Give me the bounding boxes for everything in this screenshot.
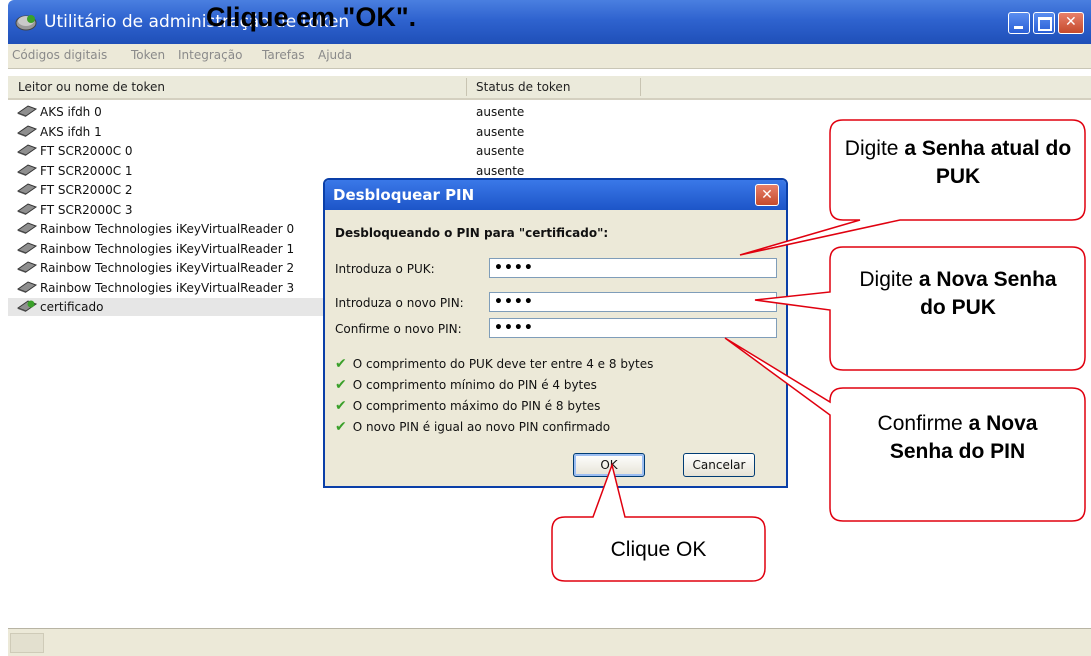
ok-button[interactable]: OK	[573, 453, 645, 477]
card-reader-icon	[16, 183, 38, 195]
new-pin-label: Introduza o novo PIN:	[335, 296, 464, 310]
column-header: Leitor ou nome de token Status de token	[8, 76, 1091, 100]
column-name-header[interactable]: Leitor ou nome de token	[18, 80, 165, 94]
card-reader-icon	[16, 241, 38, 254]
status-panel	[10, 633, 44, 653]
reader-status: ausente	[476, 124, 525, 139]
menu-codigos-digitais[interactable]: Códigos digitais	[12, 48, 107, 62]
check-item: ✔ O comprimento do PUK deve ter entre 4 e…	[335, 356, 654, 372]
reader-row[interactable]: certificado	[8, 298, 338, 316]
menu-integracao[interactable]: Integração	[178, 48, 242, 62]
instruction-heading: Clique em "OK".	[206, 2, 417, 32]
checkmark-icon: ✔	[335, 398, 347, 414]
unlock-pin-dialog: Desbloquear PIN ✕ Desbloqueando o PIN pa…	[323, 178, 788, 488]
cancel-button[interactable]: Cancelar	[683, 453, 755, 477]
card-reader-icon	[16, 144, 38, 156]
menu-tarefas[interactable]: Tarefas	[262, 48, 305, 62]
menu-ajuda[interactable]: Ajuda	[318, 48, 352, 62]
reader-name: FT SCR2000C 3	[40, 202, 133, 217]
checkmark-icon: ✔	[335, 356, 347, 372]
dialog-title: Desbloquear PIN	[333, 186, 475, 204]
dialog-close-button[interactable]: ✕	[755, 184, 779, 206]
checkmark-icon: ✔	[335, 419, 347, 435]
checkmark-icon: ✔	[335, 377, 347, 393]
token-utility-icon	[15, 15, 37, 31]
dialog-heading: Desbloqueando o PIN para "certificado":	[335, 226, 609, 240]
menu-token[interactable]: Token	[131, 48, 165, 62]
title-bar: Utilitário de administração de token	[8, 0, 1091, 44]
dialog-title-bar: Desbloquear PIN ✕	[325, 180, 786, 210]
card-reader-icon	[16, 222, 38, 234]
callout-confirm-text: Confirme a Nova Senha do PIN	[877, 412, 1038, 463]
reader-row[interactable]: AKS ifdh 0 ausente	[8, 103, 1091, 121]
card-reader-icon	[16, 261, 38, 273]
reader-name: AKS ifdh 0	[40, 105, 102, 119]
reader-status: ausente	[476, 163, 525, 178]
check-item: ✔ O novo PIN é igual ao novo PIN confirma…	[335, 419, 611, 435]
new-pin-input[interactable]: ••••	[489, 292, 777, 312]
puk-input[interactable]: ••••	[489, 258, 777, 278]
column-separator[interactable]	[466, 78, 467, 96]
reader-name: certificado	[40, 300, 104, 314]
callout-new-text: Digite a Nova Senha do PUK	[859, 268, 1057, 319]
card-reader-icon	[16, 280, 38, 293]
callout-ok-text: Clique OK	[610, 538, 707, 561]
confirm-pin-input[interactable]: ••••	[489, 318, 777, 338]
reader-name: FT SCR2000C 2	[40, 183, 133, 197]
card-reader-icon	[16, 124, 38, 137]
reader-name: Rainbow Technologies iKeyVirtualReader 3	[40, 280, 295, 295]
reader-name: Rainbow Technologies iKeyVirtualReader 1	[40, 241, 295, 256]
reader-name: Rainbow Technologies iKeyVirtualReader 2	[40, 261, 295, 275]
reader-name: AKS ifdh 1	[40, 124, 102, 139]
check-item: ✔ O comprimento mínimo do PIN é 4 bytes	[335, 377, 597, 393]
reader-name: FT SCR2000C 0	[40, 144, 133, 158]
card-reader-icon	[16, 105, 38, 117]
status-bar	[8, 628, 1091, 656]
reader-name: FT SCR2000C 1	[40, 163, 133, 178]
column-separator[interactable]	[640, 78, 641, 96]
column-status-header[interactable]: Status de token	[476, 80, 570, 94]
confirm-pin-label: Confirme o novo PIN:	[335, 322, 462, 336]
callout-puk-text: Digite a Senha atual do PUK	[844, 137, 1072, 188]
menu-bar: Códigos digitais Token Integração Tarefa…	[8, 44, 1091, 69]
maximize-button[interactable]	[1033, 12, 1055, 34]
close-button[interactable]	[1058, 12, 1084, 34]
card-reader-icon	[16, 202, 38, 215]
reader-status: ausente	[476, 105, 525, 119]
reader-status: ausente	[476, 144, 525, 158]
card-reader-icon	[16, 163, 38, 176]
minimize-button[interactable]	[1008, 12, 1030, 34]
puk-label: Introduza o PUK:	[335, 262, 435, 276]
check-item: ✔ O comprimento máximo do PIN é 8 bytes	[335, 398, 601, 414]
token-icon	[16, 300, 38, 312]
reader-name: Rainbow Technologies iKeyVirtualReader 0	[40, 222, 295, 236]
